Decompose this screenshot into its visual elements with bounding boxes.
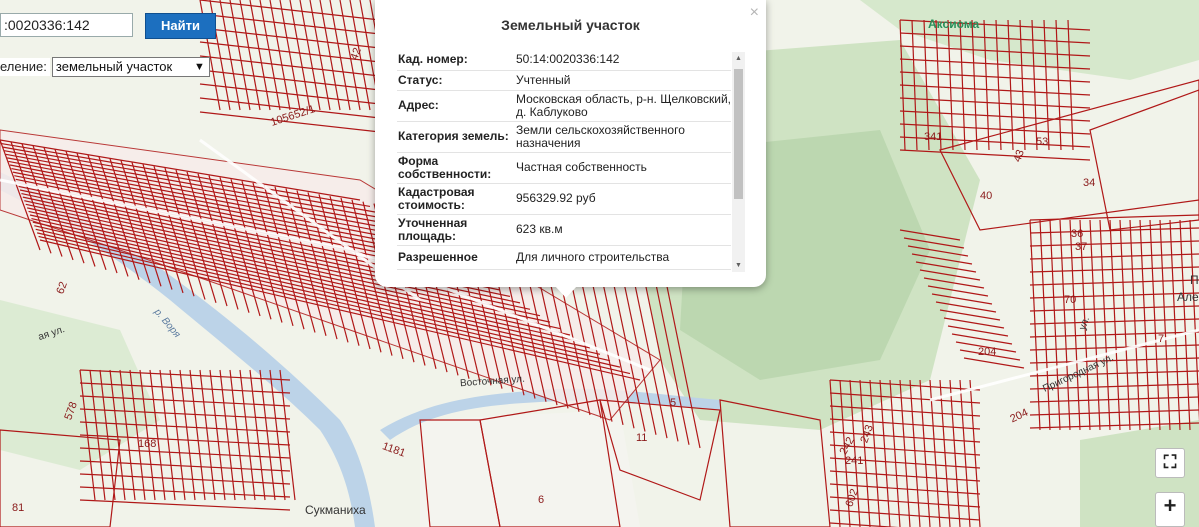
info-row-value: Частная собственность	[515, 152, 731, 184]
info-row-value: Московская область, р-н. Щелковский, д. …	[515, 90, 731, 122]
edge-label-ale: Але	[1177, 290, 1199, 304]
layer-select-value: земельный участок	[55, 59, 173, 74]
plot-label-40: 40	[980, 190, 993, 202]
plot-label-341: 341	[924, 131, 943, 143]
zoom-in-button[interactable]: +	[1155, 492, 1185, 527]
popup-body[interactable]: Кад. номер: 50:14:0020336:142 Статус: Учтен…	[397, 50, 747, 274]
info-row: Статус: Учтенный	[397, 70, 731, 91]
info-row-key: Кад. номер:	[397, 50, 515, 71]
info-row-value: 50:14:0020336:142	[515, 50, 731, 71]
edge-label-p: П	[1190, 273, 1199, 287]
village-label: Сукманиха	[305, 503, 366, 517]
plot-label-34: 34	[1083, 177, 1096, 189]
info-row-value: Учтенный	[515, 70, 731, 91]
info-row: Категория земель: Земли сельскохозяйствен…	[397, 121, 731, 153]
parcel-info-popup: × Земельный участок Кад. номер: 50:14:002…	[375, 0, 766, 298]
plot-label-241: 241	[845, 455, 864, 467]
info-row: Уточненная площадь: 623 кв.м	[397, 214, 731, 246]
info-row: Форма собственности: Частная собственност…	[397, 152, 731, 184]
popup-scrollbar[interactable]: ▲ ▼	[732, 52, 745, 272]
plot-label-6: 6	[538, 494, 545, 506]
layer-selector-label: еление:	[0, 58, 50, 76]
info-row-key: Разрешенное	[397, 245, 515, 270]
fullscreen-button[interactable]: ⛶	[1155, 448, 1185, 478]
plot-label-53: 53	[1036, 136, 1049, 148]
info-row-key: Кадастровая стоимость:	[397, 183, 515, 215]
info-row-key: Уточненная площадь:	[397, 214, 515, 246]
brand-logo: Аксиома	[928, 17, 980, 31]
plot-label-204a: 204	[978, 346, 997, 358]
popup-pointer	[555, 286, 577, 298]
info-row-value: Для личного строительства	[515, 245, 731, 270]
search-button[interactable]: Найти	[145, 13, 216, 39]
chevron-down-icon: ▼	[194, 61, 205, 73]
scroll-up-arrow-icon[interactable]: ▲	[732, 52, 745, 65]
parcel-info-table: Кад. номер: 50:14:0020336:142 Статус: Учтен…	[397, 50, 731, 270]
info-row-value: Земли сельскохозяйственного назначения	[515, 121, 731, 153]
info-row-key: Форма собственности:	[397, 152, 515, 184]
info-row: Разрешенное Для личного строительства	[397, 245, 731, 270]
info-row: Кад. номер: 50:14:0020336:142	[397, 50, 731, 71]
info-row-key: Категория земель:	[397, 121, 515, 153]
plot-label-168: 168	[138, 438, 157, 450]
info-row: Адрес: Московская область, р-н. Щелковски…	[397, 90, 731, 122]
plot-label-37: 37	[1075, 241, 1088, 253]
info-row: Кадастровая стоимость: 956329.92 руб	[397, 183, 731, 215]
plot-label-7: 7	[1158, 333, 1165, 345]
info-row-value: 623 кв.м	[515, 214, 731, 246]
info-row-key: Статус:	[397, 70, 515, 91]
info-row-key: Адрес:	[397, 90, 515, 122]
layer-select[interactable]: земельный участок ▼	[51, 57, 210, 77]
layer-selector-row: еление: земельный участок ▼	[0, 56, 210, 78]
plot-label-70: 70	[1064, 294, 1077, 306]
info-row-value: 956329.92 руб	[515, 183, 731, 215]
popup-title: Земельный участок	[501, 17, 640, 33]
scroll-down-arrow-icon[interactable]: ▼	[732, 259, 745, 272]
plot-label-36: 36	[1071, 228, 1084, 240]
plot-label-11: 11	[636, 432, 648, 444]
cadastral-number-search-input[interactable]	[0, 13, 133, 37]
scroll-thumb[interactable]	[734, 69, 743, 199]
plot-label-5: 5	[670, 397, 677, 409]
plot-label-81: 81	[12, 502, 25, 514]
